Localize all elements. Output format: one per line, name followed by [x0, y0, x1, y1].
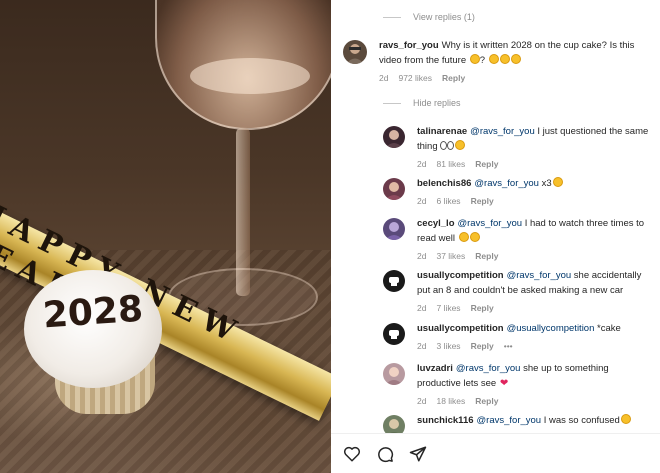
comment-mention[interactable]: @ravs_for_you: [456, 363, 521, 374]
post-media[interactable]: HAPPY NEW YEAR 2028: [0, 0, 331, 473]
reply-button[interactable]: Reply: [475, 394, 498, 409]
comment-mention[interactable]: @usuallycompetition: [507, 323, 595, 334]
hide-replies-label: Hide replies: [413, 98, 461, 108]
comment-username[interactable]: luvzadri: [417, 363, 453, 374]
surprised-emoji: [552, 177, 563, 187]
avatar[interactable]: [383, 270, 405, 292]
eyes-emoji: [440, 141, 448, 150]
laughing-emoji: [620, 414, 631, 424]
reply-button[interactable]: Reply: [471, 194, 494, 209]
comment-mention[interactable]: @ravs_for_you: [507, 270, 572, 281]
comment-meta: 2d 972 likes Reply: [379, 71, 650, 86]
comment-username[interactable]: belenchis86: [417, 178, 471, 189]
share-icon[interactable]: [409, 445, 427, 463]
laughing-emoji: [488, 54, 499, 64]
avatar[interactable]: [383, 415, 405, 433]
avatar[interactable]: [383, 218, 405, 240]
laughing-emoji: [499, 54, 510, 64]
comment-text: *cake: [594, 323, 621, 334]
comment-username[interactable]: ravs_for_you: [379, 40, 439, 51]
reply-button[interactable]: Reply: [471, 339, 494, 354]
reply-button[interactable]: Reply: [442, 71, 465, 86]
comment-time[interactable]: 2d: [417, 249, 426, 264]
reply-button[interactable]: Reply: [475, 249, 498, 264]
comment-likes[interactable]: 3 likes: [436, 339, 460, 354]
comment-text: x3: [538, 178, 552, 189]
comment-meta: 2d 81 likes Reply: [417, 157, 650, 172]
avatar[interactable]: [383, 323, 405, 345]
avatar[interactable]: [383, 363, 405, 385]
avatar[interactable]: [343, 40, 367, 64]
surprised-emoji: [469, 54, 480, 64]
comment-username[interactable]: sunchick116: [417, 415, 474, 426]
comment-mention[interactable]: @ravs_for_you: [470, 126, 535, 137]
comment-meta: 2d 7 likes Reply: [417, 301, 650, 316]
comment-likes[interactable]: 972 likes: [398, 71, 432, 86]
comment-meta: 2d 18 likes Reply: [417, 394, 650, 409]
comment-username[interactable]: usuallycompetition: [417, 270, 504, 281]
comment-time[interactable]: 2d: [417, 339, 426, 354]
eyes-emoji: [447, 141, 455, 150]
comment-likes[interactable]: 6 likes: [436, 194, 460, 209]
grinning-emoji: [458, 232, 469, 242]
comment-meta: 2d 3 likes Reply •••: [417, 339, 650, 354]
comment-mention[interactable]: @ravs_for_you: [458, 218, 523, 229]
reply-button[interactable]: Reply: [471, 301, 494, 316]
reply-button[interactable]: Reply: [475, 157, 498, 172]
comment-username[interactable]: talinarenae: [417, 126, 467, 137]
divider-line: [383, 102, 401, 104]
comments-list[interactable]: View replies (1) ravs_for_you Why is it w…: [331, 0, 660, 433]
comment-mention[interactable]: @ravs_for_you: [474, 178, 539, 189]
comments-panel: View replies (1) ravs_for_you Why is it w…: [331, 0, 660, 473]
comment-time[interactable]: 2d: [379, 71, 388, 86]
comment-likes[interactable]: 37 likes: [436, 249, 465, 264]
avatar[interactable]: [383, 178, 405, 200]
comment-likes[interactable]: 81 likes: [436, 157, 465, 172]
heart-icon[interactable]: [343, 445, 361, 463]
laughing-emoji: [469, 232, 480, 242]
comment-text-punctuation: ?: [479, 55, 488, 66]
comment-mention[interactable]: @ravs_for_you: [477, 415, 542, 426]
divider-line: [383, 16, 401, 18]
post-action-bar: [331, 433, 660, 473]
grinning-emoji: [455, 140, 466, 150]
comment-time[interactable]: 2d: [417, 157, 426, 172]
comment-meta: 2d 6 likes Reply: [417, 194, 650, 209]
view-replies-label: View replies (1): [413, 12, 475, 22]
hide-replies-toggle[interactable]: Hide replies: [383, 98, 461, 108]
comment-username[interactable]: cecyl_lo: [417, 218, 455, 229]
comment-time[interactable]: 2d: [417, 301, 426, 316]
avatar[interactable]: [383, 126, 405, 148]
comment-time[interactable]: 2d: [417, 394, 426, 409]
comment-likes[interactable]: 7 likes: [436, 301, 460, 316]
comment-icon[interactable]: [376, 445, 394, 463]
comment-username[interactable]: usuallycompetition: [417, 323, 504, 334]
comment-text: I was so confused: [541, 415, 620, 426]
comment-time[interactable]: 2d: [417, 194, 426, 209]
laughing-emoji: [510, 54, 521, 64]
champagne-liquid: [190, 58, 310, 94]
view-replies-toggle[interactable]: View replies (1): [383, 12, 475, 22]
comment-meta: 2d 37 likes Reply: [417, 249, 650, 264]
more-options-icon[interactable]: •••: [504, 339, 513, 354]
comment-likes[interactable]: 18 likes: [436, 394, 465, 409]
heart-emoji: ❤: [499, 378, 509, 389]
